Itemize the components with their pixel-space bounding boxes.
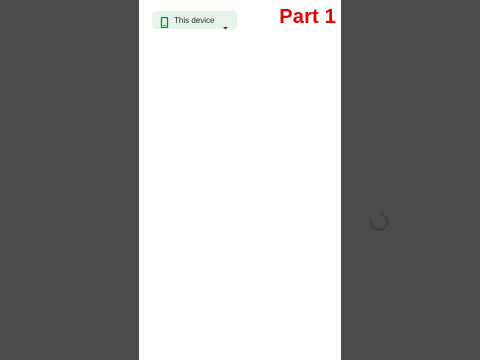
- caret-down-icon: [222, 18, 229, 30]
- screen-stage: This device Part 1: [0, 0, 480, 360]
- part-number-label: Part 1: [279, 6, 336, 28]
- device-selector-label: This device: [174, 15, 215, 25]
- device-selector-button[interactable]: This device: [152, 11, 238, 30]
- phone-screen: This device: [139, 0, 389, 360]
- loading-spinner-icon: [369, 213, 389, 232]
- smartphone-icon: [160, 15, 169, 28]
